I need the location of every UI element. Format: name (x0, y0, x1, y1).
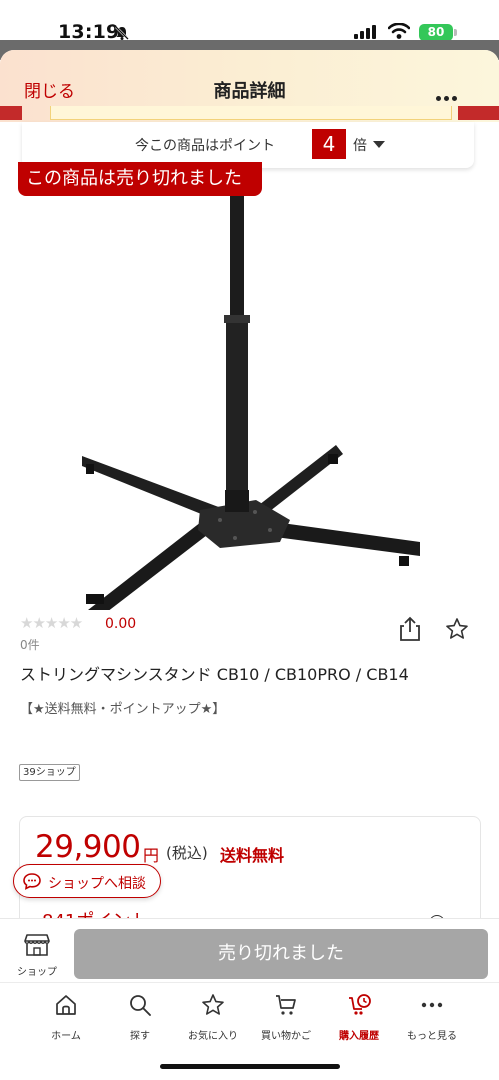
tab-purchase-history[interactable]: 購入履歴 (320, 993, 398, 1045)
review-count[interactable]: 0件 (20, 636, 40, 653)
catch-copy: 【★送料無料・ポイントアップ★】 (20, 702, 226, 717)
hidden-banner-edge (458, 106, 499, 120)
point-banner-suffix: 倍 (353, 138, 367, 154)
search-icon (130, 995, 151, 1016)
price-tax-label: (税込) (166, 844, 208, 862)
shop-button[interactable]: ショップ (12, 933, 62, 981)
tab-search[interactable]: 探す (101, 993, 179, 1045)
product-title: ストリングマシンスタンド CB10 / CB10PRO / CB14 (20, 665, 409, 684)
share-icon[interactable] (398, 616, 422, 642)
shop-consult-label: ショップへ相談 (48, 876, 146, 892)
hidden-banner-edge (0, 106, 22, 120)
star-icon (202, 994, 224, 1015)
cart-icon (276, 995, 296, 1015)
tab-label: 探す (130, 1031, 150, 1042)
tab-cart[interactable]: 買い物かご (247, 993, 325, 1045)
tab-home[interactable]: ホーム (27, 993, 105, 1045)
shop-consult-button[interactable]: ショップへ相談 (13, 864, 161, 898)
more-menu-icon[interactable] (436, 86, 460, 105)
tab-label: もっと見る (407, 1031, 457, 1042)
battery-icon: 80 (419, 24, 453, 41)
chat-bubble-icon (23, 873, 41, 890)
rating-value[interactable]: 0.00 (105, 616, 136, 632)
product-image[interactable] (60, 190, 440, 610)
tab-label: 買い物かご (261, 1031, 311, 1042)
page-title: 商品詳細 (213, 81, 286, 102)
tab-label: 購入履歴 (339, 1031, 379, 1042)
shop-icon (24, 934, 50, 956)
purchase-action-bar: ショップ 売り切れました (0, 918, 499, 982)
tab-label: ホーム (51, 1031, 81, 1042)
star-outline-icon[interactable] (445, 617, 469, 641)
more-icon (421, 1002, 443, 1008)
point-banner-prefix: 今この商品はポイント (135, 138, 275, 154)
price-unit: 円 (143, 846, 160, 865)
hidden-banner (50, 106, 452, 120)
rating-stars: ★★★★★ (20, 614, 83, 632)
soldout-button[interactable]: 売り切れました (74, 929, 488, 979)
tab-more[interactable]: もっと見る (393, 993, 471, 1045)
product-detail-sheet: 閉じる 商品詳細 今この商品はポイント 4 倍 この商品は売り切れました ★★★… (0, 50, 499, 1080)
shop-button-label: ショップ (17, 967, 57, 978)
battery-tip (454, 29, 457, 36)
wifi-icon (388, 23, 410, 39)
tab-favorites[interactable]: お気に入り (174, 993, 252, 1045)
soldout-label: この商品は売り切れました (18, 162, 262, 196)
home-indicator (160, 1064, 340, 1069)
home-icon (56, 995, 76, 1015)
caret-down-icon (373, 141, 385, 148)
tab-label: お気に入り (188, 1031, 238, 1042)
price-value: 29,900 (35, 829, 141, 865)
shop-badge: 39ショップ (19, 764, 80, 781)
history-icon (349, 994, 371, 1015)
bell-muted-icon (115, 26, 129, 40)
free-shipping-label: 送料無料 (220, 846, 285, 865)
point-multiplier-badge: 4 (312, 129, 346, 159)
